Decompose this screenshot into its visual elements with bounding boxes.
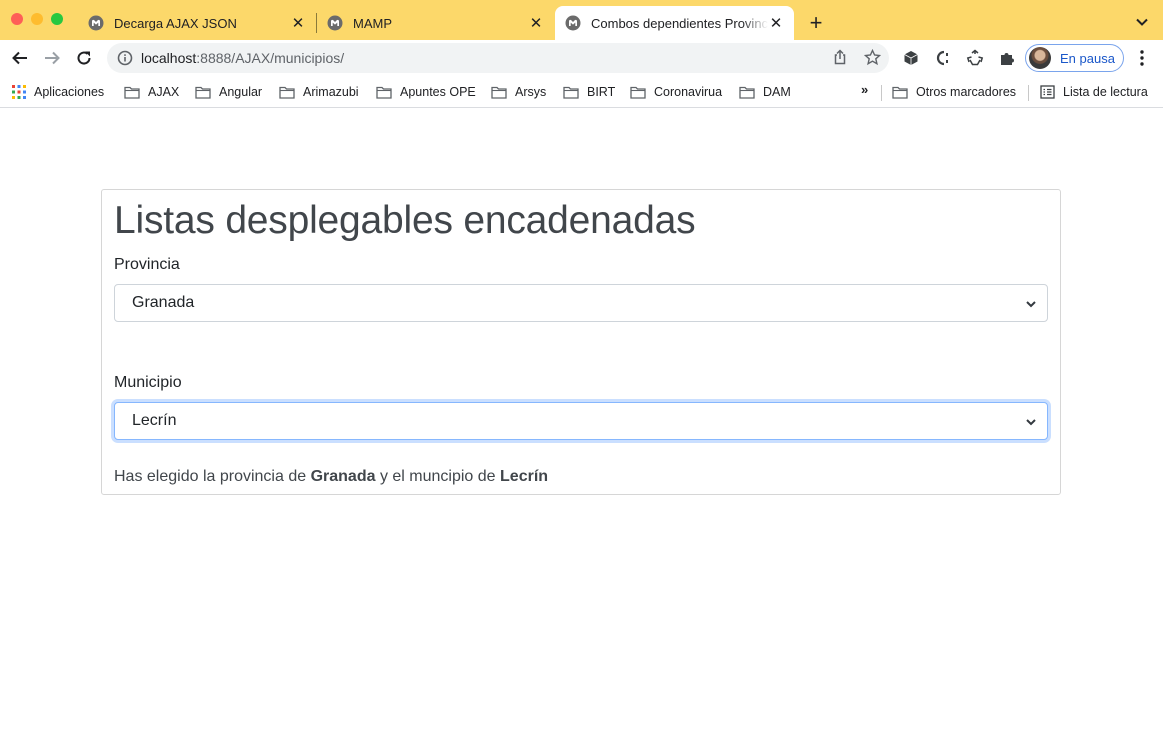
reload-icon [77,51,91,65]
folder-icon [739,86,755,99]
bookmark-label: Coronavirua [654,85,723,99]
provincia-selected-value: Granada [132,294,195,311]
tab-mamp[interactable]: MAMP ✕ [317,6,554,40]
extension-c-icon[interactable] [934,49,952,67]
result-middle: y el muncipio de [379,468,496,485]
url-text: localhost:8888/AJAX/municipios/ [141,50,344,66]
municipio-label: Municipio [114,374,182,391]
bookmark-label: Aplicaciones [34,85,105,99]
more-bookmarks-button[interactable]: » [861,82,868,97]
mamp-favicon-icon [565,15,581,31]
tab-title: Decarga AJAX JSON [114,15,237,31]
bookmark-label: Lista de lectura [1063,85,1148,99]
back-arrow-icon [12,51,27,65]
provincia-label: Provincia [114,256,180,273]
mamp-favicon-icon [327,15,343,31]
folder-icon [195,86,211,99]
tab-combos-dependientes[interactable]: Combos dependientes Provincias ✕ [555,6,794,40]
folder-icon [491,86,507,99]
bookmark-label: Arsys [515,85,547,99]
bookmark-folder-angular[interactable]: Angular [195,83,262,101]
bookmark-folder-birt[interactable]: BIRT [563,83,615,101]
bookmark-folder-apuntes-ope[interactable]: Apuntes OPE [376,83,476,101]
result-prefix: Has elegido la provincia de [114,468,307,485]
maximize-window-button[interactable] [51,13,63,25]
folder-icon [630,86,646,99]
tab-strip: Decarga AJAX JSON ✕ MAMP ✕ Combos depend… [0,0,1163,40]
result-municipio: Lecrín [500,468,549,485]
bookmark-folder-arsys[interactable]: Arsys [491,83,546,101]
bookmark-label: Arimazubi [303,85,359,99]
form-card: Listas desplegables encadenadas Provinci… [101,189,1061,495]
bookmark-aplicaciones[interactable]: Aplicaciones [12,83,104,101]
municipio-select[interactable]: Lecrín [114,402,1048,440]
bookmark-label: Angular [219,85,263,99]
bookmark-label: Apuntes OPE [400,85,476,99]
bookmark-folder-arimazubi[interactable]: Arimazubi [279,83,359,101]
apps-grid-icon [12,85,26,99]
profile-button[interactable]: En pausa [1025,44,1124,72]
tab-title: Combos dependientes Provincias [591,15,768,31]
tab-search-chevron-icon[interactable] [1132,12,1152,32]
reload-button[interactable] [70,44,98,72]
close-window-button[interactable] [11,13,23,25]
close-tab-icon[interactable]: ✕ [528,15,544,32]
mamp-favicon-icon [88,15,104,31]
extensions-puzzle-icon[interactable] [998,49,1016,67]
share-icon[interactable] [831,48,849,66]
bookmark-label: Otros marcadores [916,85,1017,99]
close-tab-icon[interactable]: ✕ [768,15,784,32]
browser-toolbar: localhost:8888/AJAX/municipios/ En pausa [0,40,1163,76]
folder-icon [279,86,295,99]
page-title: Listas desplegables encadenadas [114,199,696,242]
forward-button[interactable] [38,44,66,72]
selection-result-text: Has elegido la provincia de Granada y el… [114,468,548,486]
forward-arrow-icon [45,51,60,65]
browser-menu-icon[interactable] [1134,49,1150,67]
address-bar[interactable]: localhost:8888/AJAX/municipios/ [107,43,889,73]
profile-status-label: En pausa [1060,50,1115,66]
reading-list-button[interactable]: Lista de lectura [1040,83,1148,101]
reading-list-icon [1040,85,1055,99]
tab-decarga-ajax-json[interactable]: Decarga AJAX JSON ✕ [78,6,316,40]
new-tab-button[interactable]: + [804,12,828,36]
minimize-window-button[interactable] [31,13,43,25]
tab-title: MAMP [353,15,392,31]
folder-icon [124,86,140,99]
bookmark-label: BIRT [587,85,616,99]
result-provincia: Granada [310,468,376,485]
site-info-icon[interactable] [117,50,133,66]
bookmarks-bar: Aplicaciones AJAX Angular Arimazubi Apun… [0,76,1163,108]
municipio-selected-value: Lecrín [132,412,177,429]
chevron-down-icon [1026,301,1036,308]
bookmark-label: DAM [763,85,791,99]
folder-icon [892,86,908,99]
bookmarks-separator [1028,85,1029,101]
close-tab-icon[interactable]: ✕ [290,15,306,32]
back-button[interactable] [6,44,34,72]
folder-icon [376,86,392,99]
url-path: :8888/AJAX/municipios/ [196,50,345,66]
bookmark-folder-coronavirua[interactable]: Coronavirua [630,83,722,101]
bookmark-folder-ajax[interactable]: AJAX [124,83,179,101]
folder-icon [563,86,579,99]
bookmark-star-icon[interactable] [863,48,881,66]
avatar [1029,47,1051,69]
bookmark-label: AJAX [148,85,180,99]
extension-cube-icon[interactable] [902,49,920,67]
provincia-select[interactable]: Granada [114,284,1048,322]
bookmark-folder-dam[interactable]: DAM [739,83,791,101]
url-host: localhost [141,50,197,66]
chevron-down-icon [1026,419,1036,426]
bookmarks-separator [881,85,882,101]
bookmark-folder-otros-marcadores[interactable]: Otros marcadores [892,83,1016,101]
extension-recycle-icon[interactable] [966,49,984,67]
